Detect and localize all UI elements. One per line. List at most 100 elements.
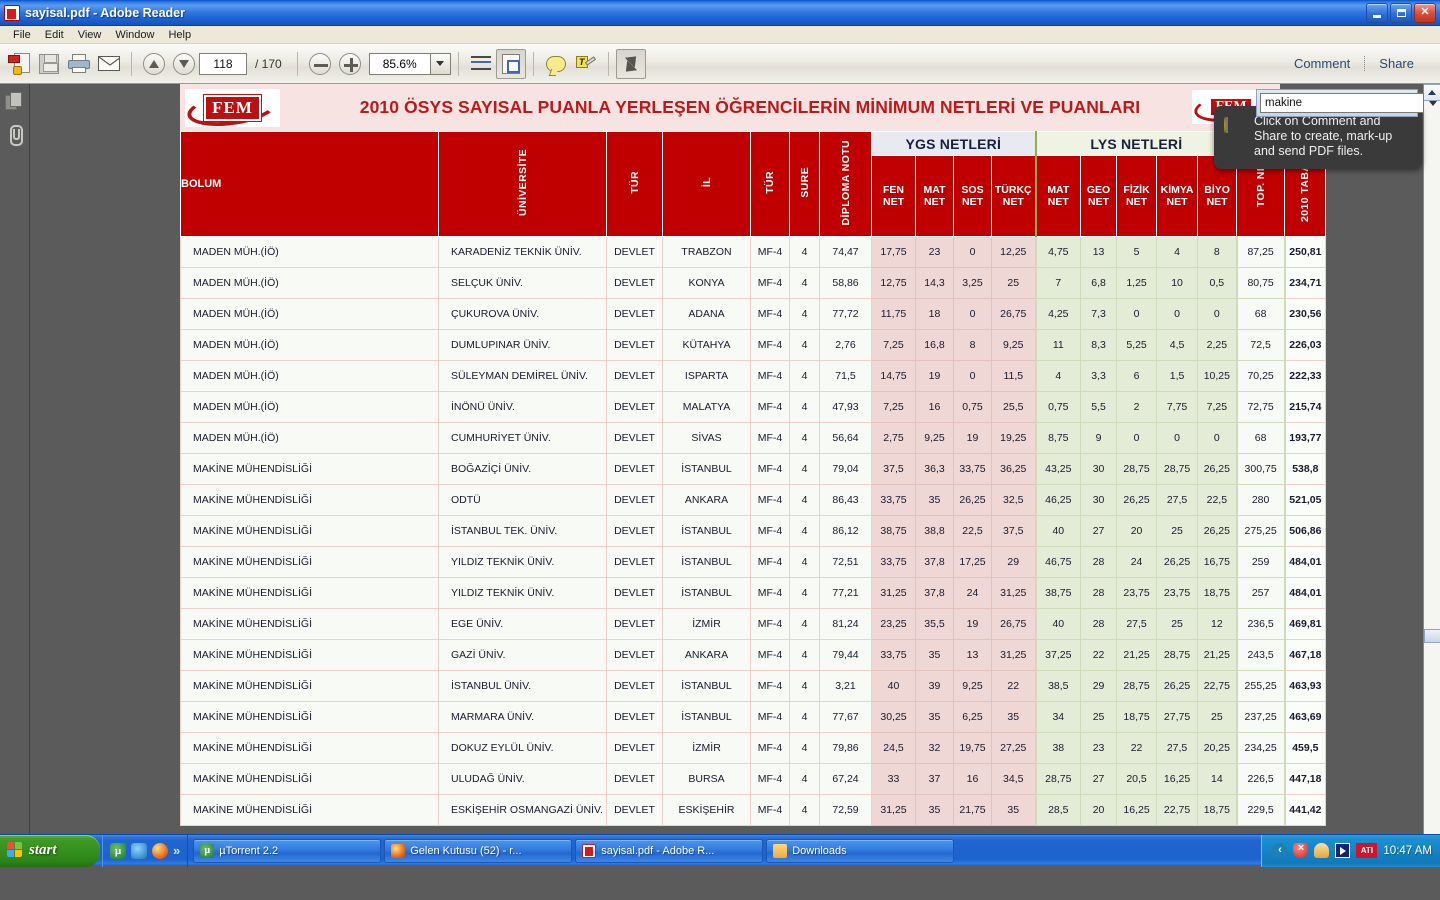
- cell-ygs-sos: 9,25: [953, 670, 992, 702]
- pages-icon[interactable]: [4, 92, 25, 112]
- cell-tur2: MF-4: [750, 422, 790, 454]
- vertical-scrollbar[interactable]: [1423, 84, 1440, 866]
- cell-ygs-fen: 40: [871, 670, 916, 702]
- cell-lys-mat: 38,5: [1034, 670, 1082, 702]
- page-number-input[interactable]: 118: [199, 52, 247, 75]
- cell-lys-mat: 7: [1034, 267, 1082, 299]
- cell-taban: 441,42: [1284, 794, 1327, 826]
- security-alert-icon[interactable]: [1293, 842, 1309, 858]
- cell-tur2: MF-4: [750, 546, 790, 578]
- user-icon[interactable]: [1314, 843, 1330, 858]
- zoom-in-button[interactable]: [335, 49, 365, 79]
- cell-ygs-turkce: 31,25: [990, 639, 1037, 671]
- menu-help[interactable]: Help: [161, 28, 198, 42]
- search-dropdown-button[interactable]: [1426, 93, 1439, 113]
- cell-diploma: 47,93: [819, 391, 872, 423]
- cell-lys-geo: 20: [1080, 794, 1118, 826]
- utorrent-icon[interactable]: µ: [110, 842, 126, 859]
- windows-taskbar: start µ » µ µTorrent 2.2 Gelen Kutusu (52)…: [0, 834, 1440, 867]
- next-page-button[interactable]: [169, 49, 199, 79]
- document-title: 2010 ÖSYS SAYISAL PUANLA YERLEŞEN ÖĞRENC…: [359, 97, 1141, 117]
- cell-lys-fizik: 5: [1116, 236, 1158, 268]
- fit-width-button[interactable]: [466, 49, 496, 79]
- show-hidden-icons-chevron[interactable]: ‹: [1272, 843, 1288, 858]
- document-viewport[interactable]: FEM 2010 ÖSYS SAYISAL PUANLA YERLEŞEN ÖĞ…: [30, 84, 1440, 866]
- cell-tur2: MF-4: [750, 298, 790, 330]
- cell-lys-kimya: 16,25: [1156, 763, 1199, 795]
- cell-ygs-fen: 31,25: [871, 794, 916, 826]
- taskbar-task[interactable]: Downloads: [766, 838, 955, 863]
- zoom-out-button[interactable]: [305, 49, 335, 79]
- taskbar-task[interactable]: Gelen Kutusu (52) - r...: [384, 838, 573, 863]
- taskbar-task[interactable]: µ µTorrent 2.2: [193, 838, 382, 863]
- print-button[interactable]: [64, 49, 94, 79]
- expand-button[interactable]: [615, 48, 646, 79]
- print-icon: [68, 54, 90, 73]
- cell-universite: CUMHURİYET ÜNİV.: [438, 422, 607, 454]
- acrobat-icon: [4, 4, 20, 21]
- comment-button[interactable]: Comment: [1280, 56, 1364, 71]
- email-button[interactable]: [94, 49, 124, 79]
- col-tur2: TÜR: [750, 131, 790, 237]
- menu-edit[interactable]: Edit: [38, 28, 71, 42]
- menu-file[interactable]: File: [6, 28, 38, 42]
- media-player-icon[interactable]: [1335, 843, 1351, 858]
- sticky-note-button[interactable]: [541, 49, 571, 79]
- cell-top-net: 87,25: [1236, 236, 1286, 268]
- scrollbar-thumb[interactable]: [1424, 629, 1440, 643]
- search-input[interactable]: [1260, 93, 1424, 113]
- minimize-button[interactable]: [1366, 2, 1388, 23]
- chrome-icon[interactable]: [152, 842, 168, 859]
- col-universite: ÜNİVERSİTE: [438, 131, 607, 237]
- cell-universite: İNÖNÜ ÜNİV.: [438, 391, 607, 423]
- share-button[interactable]: Share: [1364, 56, 1428, 71]
- cell-ygs-mat: 39: [915, 670, 954, 702]
- col-lys-fizik: FİZİK NET: [1116, 155, 1158, 237]
- cell-diploma: 2,76: [819, 329, 872, 361]
- cell-diploma: 77,21: [819, 577, 872, 609]
- more-chevron-icon[interactable]: »: [173, 843, 180, 858]
- menu-view[interactable]: View: [71, 28, 109, 42]
- cell-top-net: 226,5: [1236, 763, 1286, 795]
- cell-il: KONYA: [662, 267, 751, 299]
- zoom-dropdown-button[interactable]: [430, 52, 451, 75]
- menu-window[interactable]: Window: [108, 28, 161, 42]
- cell-lys-kimya: 26,25: [1156, 670, 1199, 702]
- create-pdf-button[interactable]: [4, 49, 34, 79]
- cell-sure: 4: [789, 763, 820, 795]
- previous-page-button[interactable]: [139, 49, 169, 79]
- cell-lys-geo: 30: [1080, 453, 1118, 485]
- cell-lys-kimya: 10: [1156, 267, 1199, 299]
- cell-lys-biyo: 26,25: [1197, 515, 1238, 547]
- text-highlight-button[interactable]: T: [571, 49, 601, 79]
- close-button[interactable]: ✕: [1414, 2, 1436, 23]
- cell-diploma: 58,86: [819, 267, 872, 299]
- cell-ygs-sos: 16: [953, 763, 992, 795]
- cell-taban: 226,03: [1284, 329, 1327, 361]
- cell-lys-mat: 46,75: [1034, 546, 1082, 578]
- maximize-button[interactable]: [1390, 2, 1412, 23]
- cell-tur: DEVLET: [606, 267, 663, 299]
- cell-lys-geo: 23: [1080, 732, 1118, 764]
- cell-universite: SELÇUK ÜNİV.: [438, 267, 607, 299]
- paperclip-icon[interactable]: [5, 124, 25, 146]
- msn-icon[interactable]: [131, 842, 147, 859]
- cell-lys-biyo: 8: [1197, 236, 1238, 268]
- taskbar-task[interactable]: sayisal.pdf - Adobe R...: [575, 838, 764, 863]
- taskbar-clock[interactable]: 10:47 AM: [1383, 845, 1432, 857]
- taskbar-task-list: µ µTorrent 2.2 Gelen Kutusu (52) - r... say…: [188, 838, 1261, 863]
- ati-icon[interactable]: ATI: [1356, 843, 1378, 858]
- cell-lys-kimya: 27,75: [1156, 701, 1199, 733]
- cell-ygs-mat: 35: [915, 794, 954, 826]
- cell-il: İSTANBUL: [662, 515, 751, 547]
- taskbar-task-label: sayisal.pdf - Adobe R...: [601, 844, 715, 857]
- fit-page-button[interactable]: [495, 48, 526, 79]
- window-titlebar: sayisal.pdf - Adobe Reader ✕: [0, 0, 1440, 26]
- cell-lys-mat: 46,25: [1034, 484, 1082, 516]
- save-button[interactable]: [34, 49, 64, 79]
- windows-logo-icon: [7, 842, 24, 859]
- start-button[interactable]: start: [0, 834, 100, 867]
- zoom-level-input[interactable]: 85.6%: [368, 52, 431, 75]
- cell-ygs-turkce: 9,25: [990, 329, 1037, 361]
- cell-lys-fizik: 20: [1116, 515, 1158, 547]
